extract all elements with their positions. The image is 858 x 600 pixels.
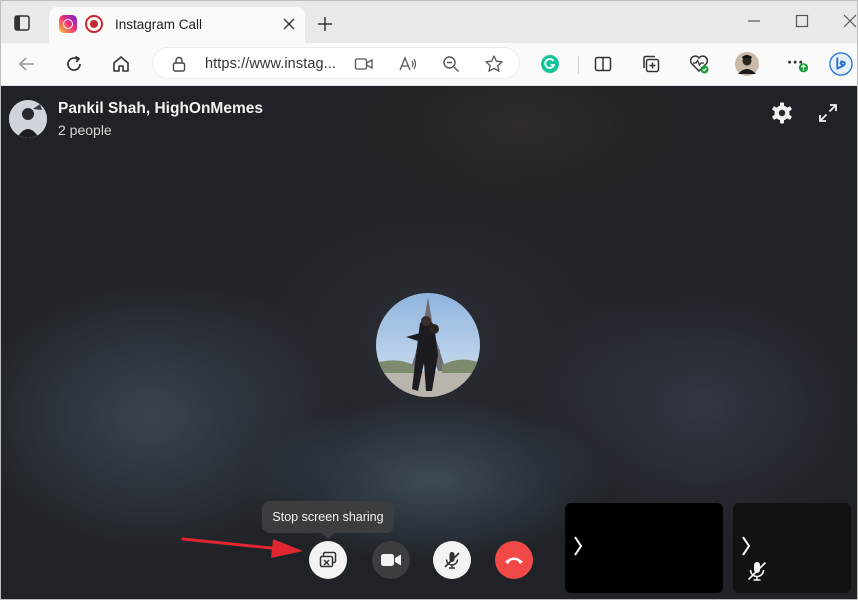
profile-avatar[interactable] — [735, 52, 759, 76]
tab-strip: Instagram Call — [1, 1, 857, 43]
camera-permission-icon[interactable] — [354, 54, 374, 74]
lock-icon — [171, 55, 187, 78]
instagram-icon — [59, 15, 77, 33]
settings-gear-icon[interactable] — [770, 101, 794, 125]
minimize-icon[interactable] — [743, 11, 765, 31]
refresh-icon[interactable] — [62, 52, 86, 76]
zoom-out-icon[interactable] — [441, 54, 461, 74]
split-screen-icon[interactable] — [591, 52, 615, 76]
url-text: https://www.instag... — [205, 56, 337, 72]
maximize-icon[interactable] — [791, 11, 813, 31]
mic-off-icon — [747, 561, 767, 581]
video-camera-button[interactable] — [372, 541, 410, 579]
participants-count: 2 people — [58, 122, 112, 138]
tab-actions-icon[interactable] — [9, 10, 35, 36]
participant-video-tile[interactable] — [733, 503, 851, 593]
new-tab-button[interactable] — [314, 13, 336, 35]
mic-off-icon — [444, 552, 460, 569]
favorite-star-icon[interactable] — [484, 54, 504, 74]
instagram-call-view: Pankil Shah, HighOnMemes 2 people Stop s… — [1, 86, 857, 599]
recording-icon — [85, 15, 103, 33]
close-window-icon[interactable] — [839, 11, 857, 31]
back-icon[interactable] — [15, 52, 39, 76]
toolbar-divider — [578, 56, 579, 74]
home-icon[interactable] — [109, 52, 133, 76]
grammarly-icon[interactable] — [538, 52, 562, 76]
stop-share-icon — [319, 551, 337, 568]
self-video-tile[interactable] — [565, 503, 723, 593]
end-call-button[interactable] — [495, 541, 533, 579]
chevron-right-icon — [574, 536, 583, 556]
browser-window: Instagram Call https://www.instag... Pan… — [0, 0, 858, 600]
close-tab-icon[interactable] — [279, 14, 299, 34]
address-bar[interactable]: https://www.instag... — [152, 47, 520, 79]
hang-up-icon — [505, 557, 523, 564]
stop-sharing-tooltip: Stop screen sharing — [262, 501, 394, 539]
fullscreen-expand-icon[interactable] — [817, 102, 839, 124]
collections-icon[interactable] — [639, 52, 663, 76]
browser-essentials-icon[interactable] — [687, 52, 711, 76]
tab-instagram-call[interactable]: Instagram Call — [49, 7, 305, 43]
annotation-arrow — [181, 537, 303, 558]
chevron-right-icon — [742, 536, 751, 556]
browser-toolbar: https://www.instag... — [1, 43, 857, 86]
more-menu-icon[interactable] — [785, 52, 809, 76]
bing-copilot-icon[interactable] — [829, 52, 853, 76]
group-avatar — [9, 100, 47, 138]
stop-screen-sharing-button[interactable] — [309, 541, 347, 579]
call-title: Pankil Shah, HighOnMemes — [58, 100, 263, 117]
tab-title: Instagram Call — [115, 17, 203, 32]
read-aloud-icon[interactable] — [398, 54, 418, 74]
participant-avatar — [376, 293, 480, 397]
microphone-muted-button[interactable] — [433, 541, 471, 579]
video-camera-icon — [381, 554, 401, 566]
